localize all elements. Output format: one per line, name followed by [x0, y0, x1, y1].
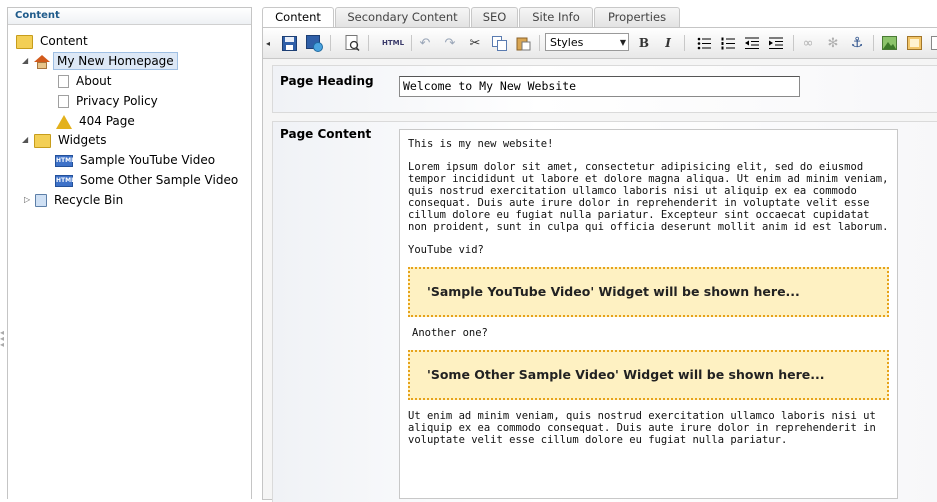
- italic-button[interactable]: I: [659, 34, 677, 52]
- folder-icon: [16, 35, 33, 49]
- content-intro-text: This is my new website!: [408, 138, 889, 150]
- content-youtube-label: YouTube vid?: [408, 244, 889, 256]
- tab-properties[interactable]: Properties: [594, 7, 680, 27]
- styles-dropdown-value: Styles: [550, 36, 583, 49]
- collapse-arrow-icon[interactable]: ◢: [22, 130, 28, 150]
- editor-pane: ◂ HTML ↶ ↷ ✂ Styles ▼ B I: [262, 27, 937, 500]
- bulleted-list-icon[interactable]: [695, 34, 713, 52]
- tree-item-label: About: [73, 73, 114, 89]
- page-heading-row: Page Heading Welcome to My New Website: [272, 65, 937, 113]
- warning-page-icon: [56, 115, 72, 129]
- cut-icon[interactable]: ✂: [466, 34, 484, 52]
- page-icon: [58, 75, 69, 88]
- bold-button[interactable]: B: [635, 34, 653, 52]
- toolbar-collapse-icon[interactable]: ◂: [263, 34, 273, 52]
- tree-item-some-other-sample-video[interactable]: HTML Some Other Sample Video: [55, 170, 241, 190]
- tab-seo[interactable]: SEO: [471, 7, 518, 27]
- insert-image-icon[interactable]: [880, 34, 898, 52]
- page-heading-label: Page Heading: [280, 74, 374, 88]
- tab-site-info[interactable]: Site Info: [519, 7, 593, 27]
- tree-item-widgets[interactable]: ◢ Widgets: [22, 130, 110, 150]
- chevron-down-icon: ▼: [620, 34, 626, 52]
- recycle-bin-icon: [35, 194, 47, 207]
- tree-item-label: Some Other Sample Video: [77, 172, 241, 188]
- tree-item-content-root[interactable]: Content: [16, 31, 91, 51]
- tree-item-privacy-policy[interactable]: Privacy Policy: [58, 91, 161, 111]
- collapse-arrow-icon[interactable]: ◢: [22, 51, 28, 71]
- panel-resize-grip[interactable]: ◂◂◂: [0, 330, 4, 348]
- content-another-label: Another one?: [408, 327, 889, 339]
- content-tree-panel: Content Content ◢ My New Homepage About …: [7, 7, 252, 499]
- tree-item-about[interactable]: About: [58, 71, 114, 91]
- widget-placeholder-other-video[interactable]: 'Some Other Sample Video' Widget will be…: [408, 350, 889, 400]
- page-icon: [58, 95, 69, 108]
- expand-arrow-icon[interactable]: ▷: [24, 190, 30, 210]
- redo-icon[interactable]: ↷: [441, 34, 459, 52]
- tree-item-label: Widgets: [55, 132, 110, 148]
- insert-media-icon[interactable]: [905, 34, 923, 52]
- undo-icon[interactable]: ↶: [416, 34, 434, 52]
- page-content-row: Page Content This is my new website! Lor…: [272, 121, 937, 502]
- tree-item-recycle-bin[interactable]: ▷ Recycle Bin: [22, 190, 126, 210]
- save-and-publish-icon[interactable]: [305, 34, 323, 52]
- widget-placeholder-youtube[interactable]: 'Sample YouTube Video' Widget will be sh…: [408, 267, 889, 317]
- paste-icon[interactable]: [514, 34, 532, 52]
- insert-widget-icon[interactable]: [927, 34, 937, 52]
- tree-item-my-new-homepage[interactable]: ◢ My New Homepage: [22, 51, 178, 71]
- numbered-list-icon[interactable]: [719, 34, 737, 52]
- tree-item-label: Content: [37, 33, 91, 49]
- tree-panel-header: Content: [8, 8, 251, 25]
- tree-item-label: Sample YouTube Video: [77, 152, 218, 168]
- copy-icon[interactable]: [490, 34, 508, 52]
- content-lorem-paragraph: Lorem ipsum dolor sit amet, consectetur …: [408, 161, 889, 233]
- html-source-button[interactable]: HTML: [380, 34, 406, 52]
- preview-icon[interactable]: [343, 34, 361, 52]
- tree-item-sample-youtube-video[interactable]: HTML Sample YouTube Video: [55, 150, 218, 170]
- tree-item-404-page[interactable]: 404 Page: [56, 111, 138, 131]
- save-icon[interactable]: [280, 34, 298, 52]
- link-icon[interactable]: ∞: [799, 34, 817, 52]
- tab-secondary-content[interactable]: Secondary Content: [335, 7, 470, 27]
- unlink-icon[interactable]: ✻: [824, 34, 842, 52]
- tree-item-label: My New Homepage: [53, 52, 178, 70]
- indent-icon[interactable]: [767, 34, 785, 52]
- widget-placeholder-text: 'Some Other Sample Video' Widget will be…: [427, 369, 825, 381]
- rich-text-toolbar: ◂ HTML ↶ ↷ ✂ Styles ▼ B I: [263, 28, 937, 59]
- styles-dropdown[interactable]: Styles ▼: [545, 33, 629, 51]
- widget-placeholder-text: 'Sample YouTube Video' Widget will be sh…: [427, 286, 800, 298]
- html-widget-icon: HTML: [55, 175, 73, 187]
- home-icon: [34, 55, 49, 69]
- page-content-label: Page Content: [280, 127, 371, 141]
- content-outro-paragraph: Ut enim ad minim veniam, quis nostrud ex…: [408, 410, 889, 446]
- outdent-icon[interactable]: [743, 34, 761, 52]
- tree-item-label: Privacy Policy: [73, 93, 161, 109]
- page-heading-input[interactable]: Welcome to My New Website: [399, 76, 800, 97]
- html-widget-icon: HTML: [55, 155, 73, 167]
- page-content-editor[interactable]: This is my new website! Lorem ipsum dolo…: [399, 129, 898, 499]
- tree-item-label: 404 Page: [76, 113, 138, 129]
- anchor-icon[interactable]: ⚓: [848, 34, 866, 52]
- folder-icon: [34, 134, 51, 148]
- tree-item-label: Recycle Bin: [51, 192, 126, 208]
- tab-content[interactable]: Content: [262, 7, 334, 28]
